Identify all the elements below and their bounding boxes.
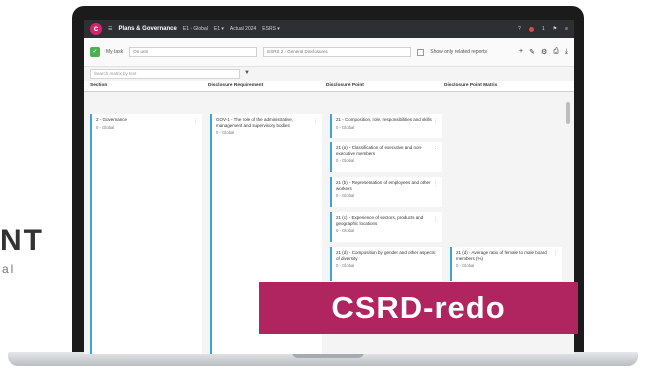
nav-right: ? 1 ⚑ ≡ <box>518 26 568 32</box>
user-menu-icon[interactable]: ≡ <box>565 26 568 32</box>
vertical-scrollbar[interactable] <box>566 102 570 124</box>
help-icon[interactable]: ? <box>518 26 521 32</box>
edit-icon[interactable]: ✎ <box>529 48 535 56</box>
task-select[interactable]: On unit <box>129 47 258 57</box>
nav-title[interactable]: Plans & Governance <box>118 26 176 32</box>
matrix-title: 21 (d) - Average ratio of female to male… <box>456 250 547 261</box>
nav-item-actual[interactable]: Actual 2024 <box>230 26 256 32</box>
top-nav: c ☰ Plans & Governance E1 - Global E1 ▾ … <box>84 20 574 38</box>
print-icon[interactable]: ⎙ <box>553 48 559 56</box>
point-sub: 0 - Global <box>336 228 355 233</box>
table-header: Section Disclosure Requirement Disclosur… <box>84 81 574 92</box>
col-matrix: Disclosure Point Matrix <box>444 83 498 88</box>
card-menu-icon[interactable]: ⋮ <box>433 216 438 222</box>
my-task-label: My task <box>106 49 124 55</box>
standard-select[interactable]: ESRS 2 - General Disclosures <box>263 47 412 57</box>
card-menu-icon[interactable]: ⋮ <box>553 251 558 257</box>
show-only-checkbox[interactable] <box>417 48 425 56</box>
csrd-banner: CSRD-redo <box>259 282 578 334</box>
requirement-title: GOV-1 - The role of the administrative, … <box>216 117 293 128</box>
card-menu-icon[interactable]: ⋮ <box>433 251 438 257</box>
point-title: 21 (c) - Experience of sectors, products… <box>336 215 424 226</box>
add-icon[interactable]: + <box>519 48 523 56</box>
filter-icon[interactable]: ▼ <box>244 70 252 78</box>
requirement-sub: 0 - Global <box>216 130 235 135</box>
col-requirement: Disclosure Requirement <box>208 83 264 88</box>
nav-item-e1[interactable]: E1 ▾ <box>214 26 224 32</box>
card-menu-icon[interactable]: ⋮ <box>433 181 438 187</box>
point-title: 21 (d) - Composition by gender and other… <box>336 250 436 261</box>
section-title: 2 - Governance <box>96 117 128 122</box>
point-card[interactable]: 21 - Composition, role, responsibilities… <box>330 114 442 138</box>
col-section: Section <box>90 83 108 88</box>
search-row: Search matrix by text ▼ <box>84 67 574 81</box>
side-brand-text: NT <box>0 224 44 257</box>
point-title: 21 (a) - Classification of executive and… <box>336 145 423 156</box>
point-card[interactable]: 21 (b) - Representation of employees and… <box>330 177 442 207</box>
point-sub: 0 - Global <box>336 263 355 268</box>
section-sub: 0 - Global <box>96 124 115 130</box>
side-brand-subtext: al <box>2 262 16 276</box>
download-icon[interactable]: ⤓ <box>565 48 568 56</box>
search-input[interactable]: Search matrix by text <box>90 69 240 79</box>
nav-item-unit[interactable]: E1 - Global <box>183 26 208 32</box>
app-logo[interactable]: c <box>90 23 102 35</box>
badge-count: 1 <box>541 26 545 32</box>
point-title: 21 (b) - Representation of employees and… <box>336 180 431 191</box>
nav-item-esrs[interactable]: ESRS ▾ <box>262 26 280 32</box>
point-sub: 0 - Global <box>336 158 355 163</box>
col-point: Disclosure Point <box>326 83 364 88</box>
show-only-label: Show only related reports <box>430 49 487 55</box>
point-card[interactable]: 21 (c) - Experience of sectors, products… <box>330 212 442 242</box>
matrix-sub: 0 - Global <box>456 263 475 268</box>
section-card[interactable]: 2 - Governance 0 - Global ⋮ <box>90 114 202 354</box>
toolbar: ✓ My task On unit ESRS 2 - General Discl… <box>84 38 574 67</box>
card-menu-icon[interactable]: ⋮ <box>313 118 318 124</box>
notification-icon[interactable] <box>528 26 534 32</box>
point-sub: 0 - Global <box>336 124 355 130</box>
menu-icon[interactable]: ☰ <box>108 26 112 32</box>
point-card[interactable]: 21 (a) - Classification of executive and… <box>330 142 442 172</box>
my-task-toggle[interactable]: ✓ <box>90 47 100 57</box>
point-title: 21 - Composition, role, responsibilities… <box>336 117 432 122</box>
toolbar-icons: + ✎ ⚙ ⎙ ⤓ <box>519 48 568 56</box>
matrix-table: Section Disclosure Requirement Disclosur… <box>84 81 574 92</box>
matrix-card[interactable]: 21 (d) - Average ratio of female to male… <box>450 247 562 281</box>
card-menu-icon[interactable]: ⋮ <box>433 118 438 124</box>
settings-icon[interactable]: ⚙ <box>541 48 547 56</box>
point-sub: 0 - Global <box>336 193 355 198</box>
flag-icon[interactable]: ⚑ <box>553 26 557 32</box>
card-menu-icon[interactable]: ⋮ <box>433 146 438 152</box>
card-menu-icon[interactable]: ⋮ <box>193 118 198 124</box>
point-card[interactable]: 21 (d) - Composition by gender and other… <box>330 247 442 281</box>
